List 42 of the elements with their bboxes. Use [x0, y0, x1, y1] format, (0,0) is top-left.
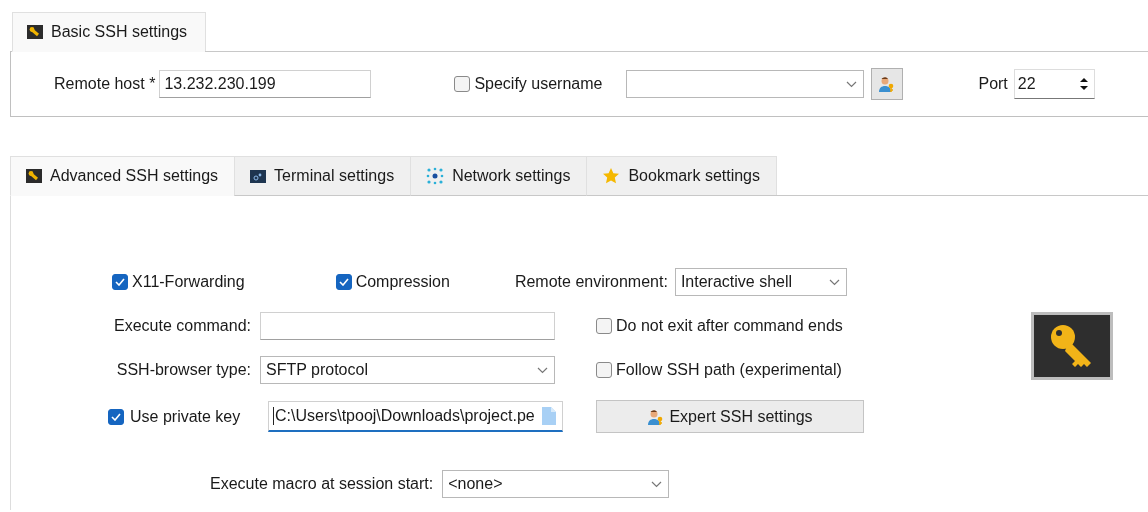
- chevron-icon: [828, 278, 840, 286]
- tab[interactable]: Terminal settings: [234, 156, 412, 196]
- checkbox[interactable]: Follow SSH path (experimental): [596, 361, 842, 379]
- file-icon[interactable]: [542, 407, 556, 425]
- checkbox[interactable]: Do not exit after command ends: [596, 317, 843, 335]
- tab[interactable]: Network settings: [410, 156, 588, 196]
- field-label: Port: [978, 75, 1008, 93]
- select-field[interactable]: SFTP protocol: [260, 356, 555, 384]
- terminal-icon: [250, 169, 267, 183]
- check-mark-icon: [115, 278, 125, 286]
- input-field[interactable]: C:\Users\tpooj\Downloads\project.pe: [268, 401, 563, 432]
- network-icon: [426, 167, 445, 185]
- chevron-icon: [537, 366, 548, 374]
- input-field[interactable]: 13.232.230.199: [159, 70, 372, 98]
- user-key-button[interactable]: [871, 68, 904, 100]
- chevron-icon: [846, 80, 858, 88]
- select-field[interactable]: <none>: [442, 470, 670, 498]
- field-label: SSH-browser type:: [115, 361, 252, 379]
- port-field[interactable]: 22: [1013, 69, 1095, 99]
- check-mark-icon: [111, 412, 121, 421]
- tab[interactable]: Bookmark settings: [586, 156, 777, 196]
- checkbox[interactable]: Specify username: [454, 75, 603, 93]
- key-icon: [1031, 312, 1113, 380]
- tab[interactable]: Advanced SSH settings: [10, 156, 236, 196]
- username-combo[interactable]: [626, 70, 865, 98]
- input-field[interactable]: [260, 312, 555, 340]
- chevron-icon: [651, 480, 663, 488]
- field-label: Execute macro at session start:: [210, 475, 434, 493]
- select-field[interactable]: Interactive shell: [674, 268, 847, 296]
- expert-settings-button[interactable]: Expert SSH settings: [596, 400, 864, 433]
- checkbox[interactable]: Compression: [335, 273, 450, 291]
- check-mark-icon: [338, 278, 349, 286]
- checkbox[interactable]: X11-Forwarding: [112, 273, 245, 291]
- key-icon: [26, 169, 42, 183]
- tab[interactable]: Basic SSH settings: [12, 12, 207, 52]
- star-icon: [602, 167, 621, 185]
- field-label: Remote host *: [54, 75, 156, 93]
- spin-arrows-icon[interactable]: [1079, 76, 1088, 92]
- key-icon: [27, 25, 43, 39]
- checkbox[interactable]: Use private key: [108, 407, 268, 426]
- field-label: Remote environment:: [514, 273, 668, 291]
- field-label: Execute command:: [113, 317, 252, 335]
